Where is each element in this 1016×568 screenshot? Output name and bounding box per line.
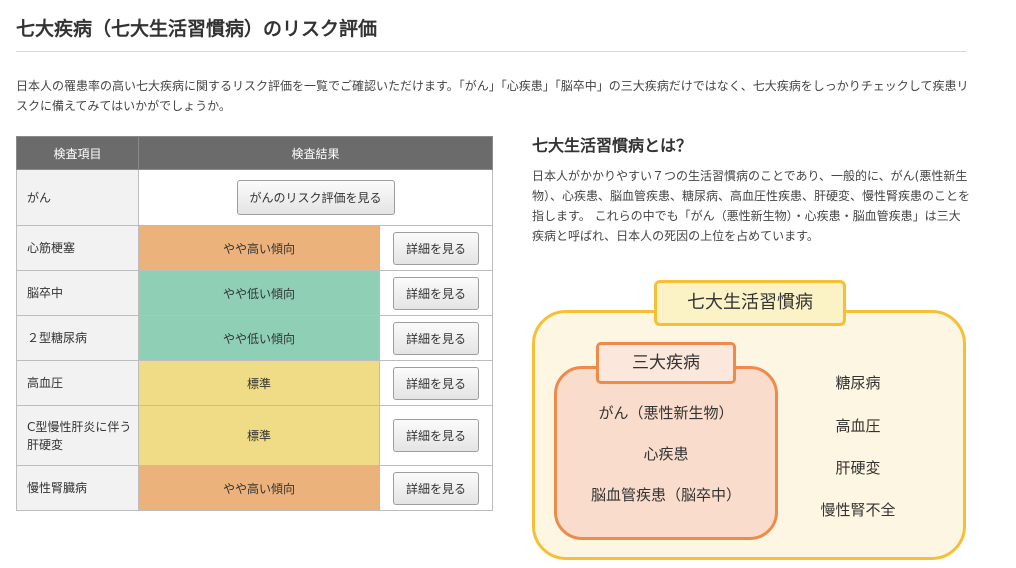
details-button-cell: 詳細を見る	[378, 465, 494, 511]
details-button-cell: 詳細を見る	[378, 360, 494, 406]
inner-disease-item: 心疾患	[643, 445, 689, 463]
table-row: 心筋梗塞 やや高い傾向 詳細を見る	[16, 225, 494, 271]
row-item-label: がん	[16, 169, 139, 226]
result-badge: やや低い傾向	[138, 270, 380, 316]
details-button-cell: 詳細を見る	[378, 315, 494, 361]
details-button[interactable]: 詳細を見る	[393, 321, 480, 355]
details-button[interactable]: 詳細を見る	[393, 231, 480, 265]
outer-disease-item: 慢性腎不全	[820, 501, 896, 519]
table-header-row: 検査項目 検査結果	[16, 136, 494, 170]
row-item-label: 心筋梗塞	[16, 225, 139, 271]
row-item-label: 脳卒中	[16, 270, 139, 316]
details-button-cell: 詳細を見る	[378, 270, 494, 316]
details-button[interactable]: 詳細を見る	[393, 419, 480, 452]
details-button[interactable]: 詳細を見る	[393, 366, 480, 400]
side-description: 日本人がかかりやすい７つの生活習慣病のことであり、一般的に、がん(悪性新生物）、…	[532, 169, 971, 243]
risk-table: 検査項目 検査結果 がん がんのリスク評価を見る 心筋梗塞 やや高い傾向 詳細を…	[16, 136, 494, 511]
inner-disease-item: がん（悪性新生物）	[598, 404, 734, 422]
row-item-label: ２型糖尿病	[16, 315, 139, 361]
details-button-cell: 詳細を見る	[378, 225, 494, 271]
table-row: 高血圧 標準 詳細を見る	[16, 360, 494, 406]
result-badge: やや高い傾向	[138, 465, 380, 511]
details-button[interactable]: 詳細を見る	[393, 276, 480, 310]
table-row: 慢性腎臓病 やや高い傾向 詳細を見る	[16, 465, 494, 511]
row-item-label: 慢性腎臓病	[16, 465, 139, 511]
result-badge: やや低い傾向	[138, 315, 380, 361]
three-diseases-label: 三大疾病	[596, 342, 736, 384]
intro-text: 日本人の罹患率の高い七大疾病に関するリスク評価を一覧でご確認いただけます。「がん…	[16, 79, 969, 113]
table-row: 脳卒中 やや低い傾向 詳細を見る	[16, 270, 494, 316]
outer-disease-item: 糖尿病	[835, 374, 881, 392]
result-badge: 標準	[138, 405, 380, 466]
table-row: C型慢性肝炎に伴う肝硬変 標準 詳細を見る	[16, 405, 494, 466]
inner-disease-item: 脳血管疾患（脳卒中）	[590, 486, 741, 504]
details-button[interactable]: 詳細を見る	[393, 471, 480, 505]
disease-diagram: 七大生活習慣病 三大疾病 がん（悪性新生物） 心疾患 脳血管疾患（脳卒中） 糖尿…	[532, 280, 968, 564]
details-button-cell: 詳細を見る	[378, 405, 494, 466]
table-row: がん がんのリスク評価を見る	[16, 169, 494, 226]
outer-disease-item: 肝硬変	[835, 459, 881, 477]
cancer-risk-button[interactable]: がんのリスク評価を見る	[236, 180, 395, 215]
table-row: ２型糖尿病 やや低い傾向 詳細を見る	[16, 315, 494, 361]
result-badge: やや高い傾向	[138, 225, 380, 271]
row-item-label: C型慢性肝炎に伴う肝硬変	[16, 405, 139, 466]
page-title: 七大疾病（七大生活習慣病）のリスク評価	[16, 14, 966, 52]
result-badge: 標準	[138, 360, 380, 406]
cancer-button-cell: がんのリスク評価を見る	[137, 169, 494, 226]
header-test-item: 検査項目	[16, 136, 139, 170]
side-heading: 七大生活習慣病とは？	[532, 136, 693, 155]
seven-diseases-label: 七大生活習慣病	[654, 280, 846, 326]
header-test-result: 検査結果	[137, 136, 494, 170]
outer-disease-item: 高血圧	[835, 417, 881, 435]
row-item-label: 高血圧	[16, 360, 139, 406]
